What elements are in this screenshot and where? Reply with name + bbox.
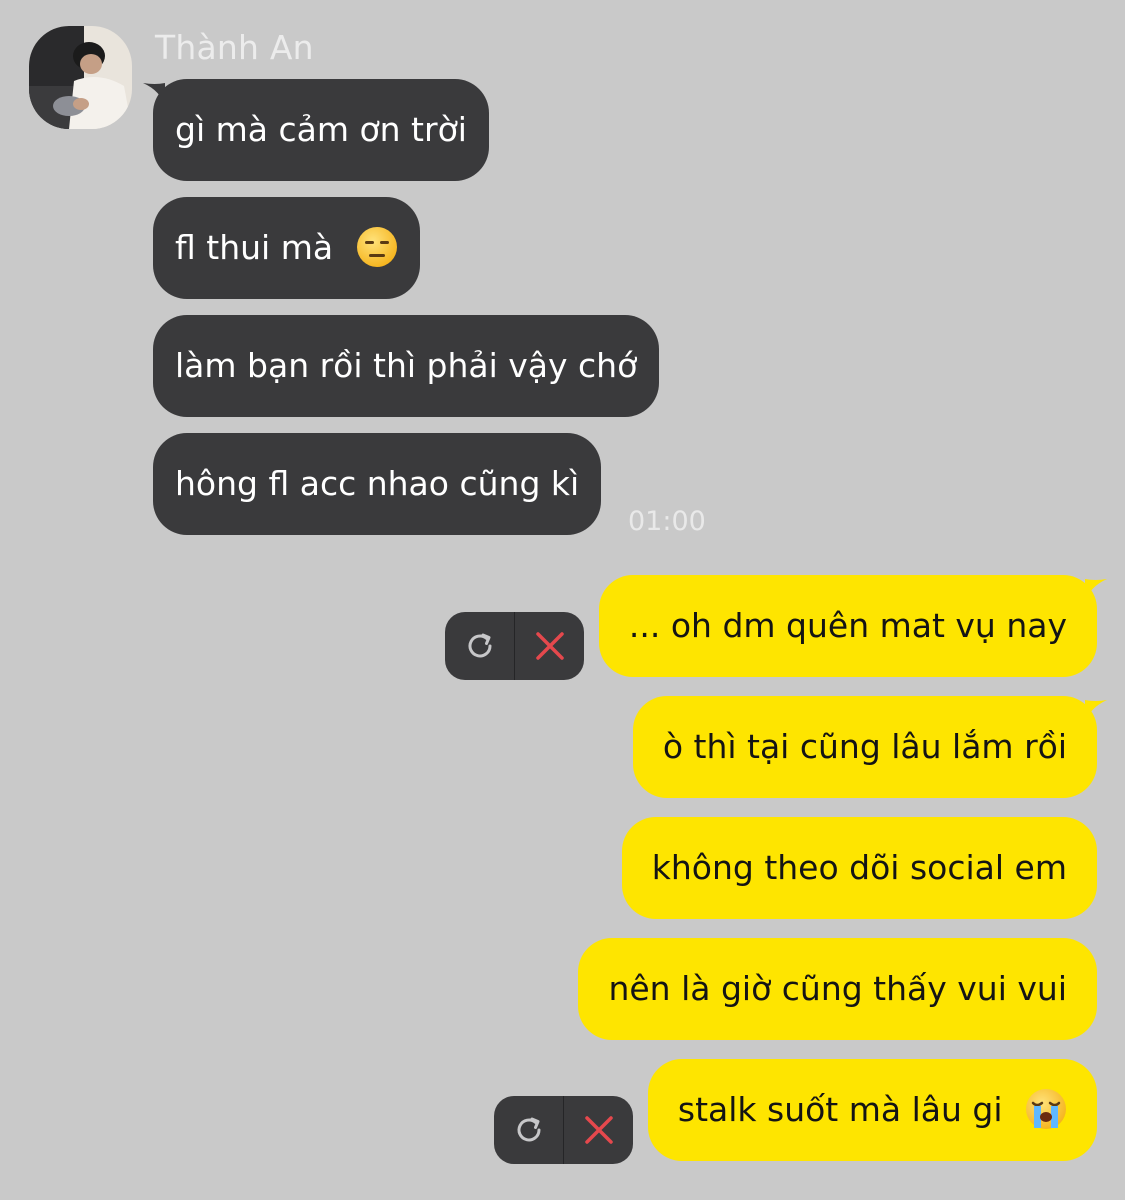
message-text: hông fl acc nhao cũng kì [175, 464, 580, 503]
bubble-tail [1085, 700, 1107, 724]
message-text: stalk suốt mà lâu gi [677, 1090, 1003, 1129]
expressionless-face-icon [356, 227, 397, 267]
close-icon [584, 1116, 613, 1144]
message-time: 01:00 [628, 506, 706, 537]
contact-avatar[interactable] [29, 26, 132, 129]
retry-icon [468, 633, 491, 658]
avatar-photo [29, 26, 132, 129]
retry-button[interactable] [445, 612, 514, 680]
close-icon [535, 632, 564, 660]
bubble-tail [1085, 579, 1107, 603]
message-text: fl thui mà [175, 228, 334, 267]
outgoing-message[interactable]: stalk suốt mà lâu gi [647, 1059, 1097, 1161]
outgoing-message[interactable]: ... oh dm quên mat vụ nay [598, 575, 1107, 677]
bubble-tail [143, 83, 165, 107]
message-text: nên là giờ cũng thấy vui vui [608, 969, 1067, 1008]
incoming-message[interactable]: hông fl acc nhao cũng kì [153, 433, 602, 535]
sender-name: Thành An [155, 28, 314, 67]
message-text: gì mà cảm ơn trời [175, 110, 467, 149]
incoming-message[interactable]: fl thui mà [153, 197, 420, 299]
chat-room: Thành An gì mà cảm ơn trời fl thui mà là… [0, 0, 1125, 1200]
retry-button[interactable] [494, 1096, 563, 1164]
delete-button[interactable] [564, 1096, 633, 1164]
message-text: ... oh dm quên mat vụ nay [628, 606, 1067, 645]
outgoing-message[interactable]: nên là giờ cũng thấy vui vui [578, 938, 1097, 1040]
incoming-message[interactable]: làm bạn rồi thì phải vậy chớ [153, 315, 660, 417]
message-text: ò thì tại cũng lâu lắm rồi [662, 727, 1067, 766]
retry-icon [517, 1117, 540, 1142]
outgoing-message[interactable]: ò thì tại cũng lâu lắm rồi [632, 696, 1107, 798]
outgoing-message[interactable]: không theo dõi social em [621, 817, 1097, 919]
incoming-message[interactable]: gì mà cảm ơn trời [143, 79, 489, 181]
message-text: làm bạn rồi thì phải vậy chớ [175, 346, 638, 385]
failed-message-actions [494, 1096, 633, 1164]
message-text: không theo dõi social em [651, 848, 1067, 887]
loudly-crying-face-icon [1026, 1089, 1066, 1129]
delete-button[interactable] [515, 612, 584, 680]
failed-message-actions [445, 612, 584, 680]
